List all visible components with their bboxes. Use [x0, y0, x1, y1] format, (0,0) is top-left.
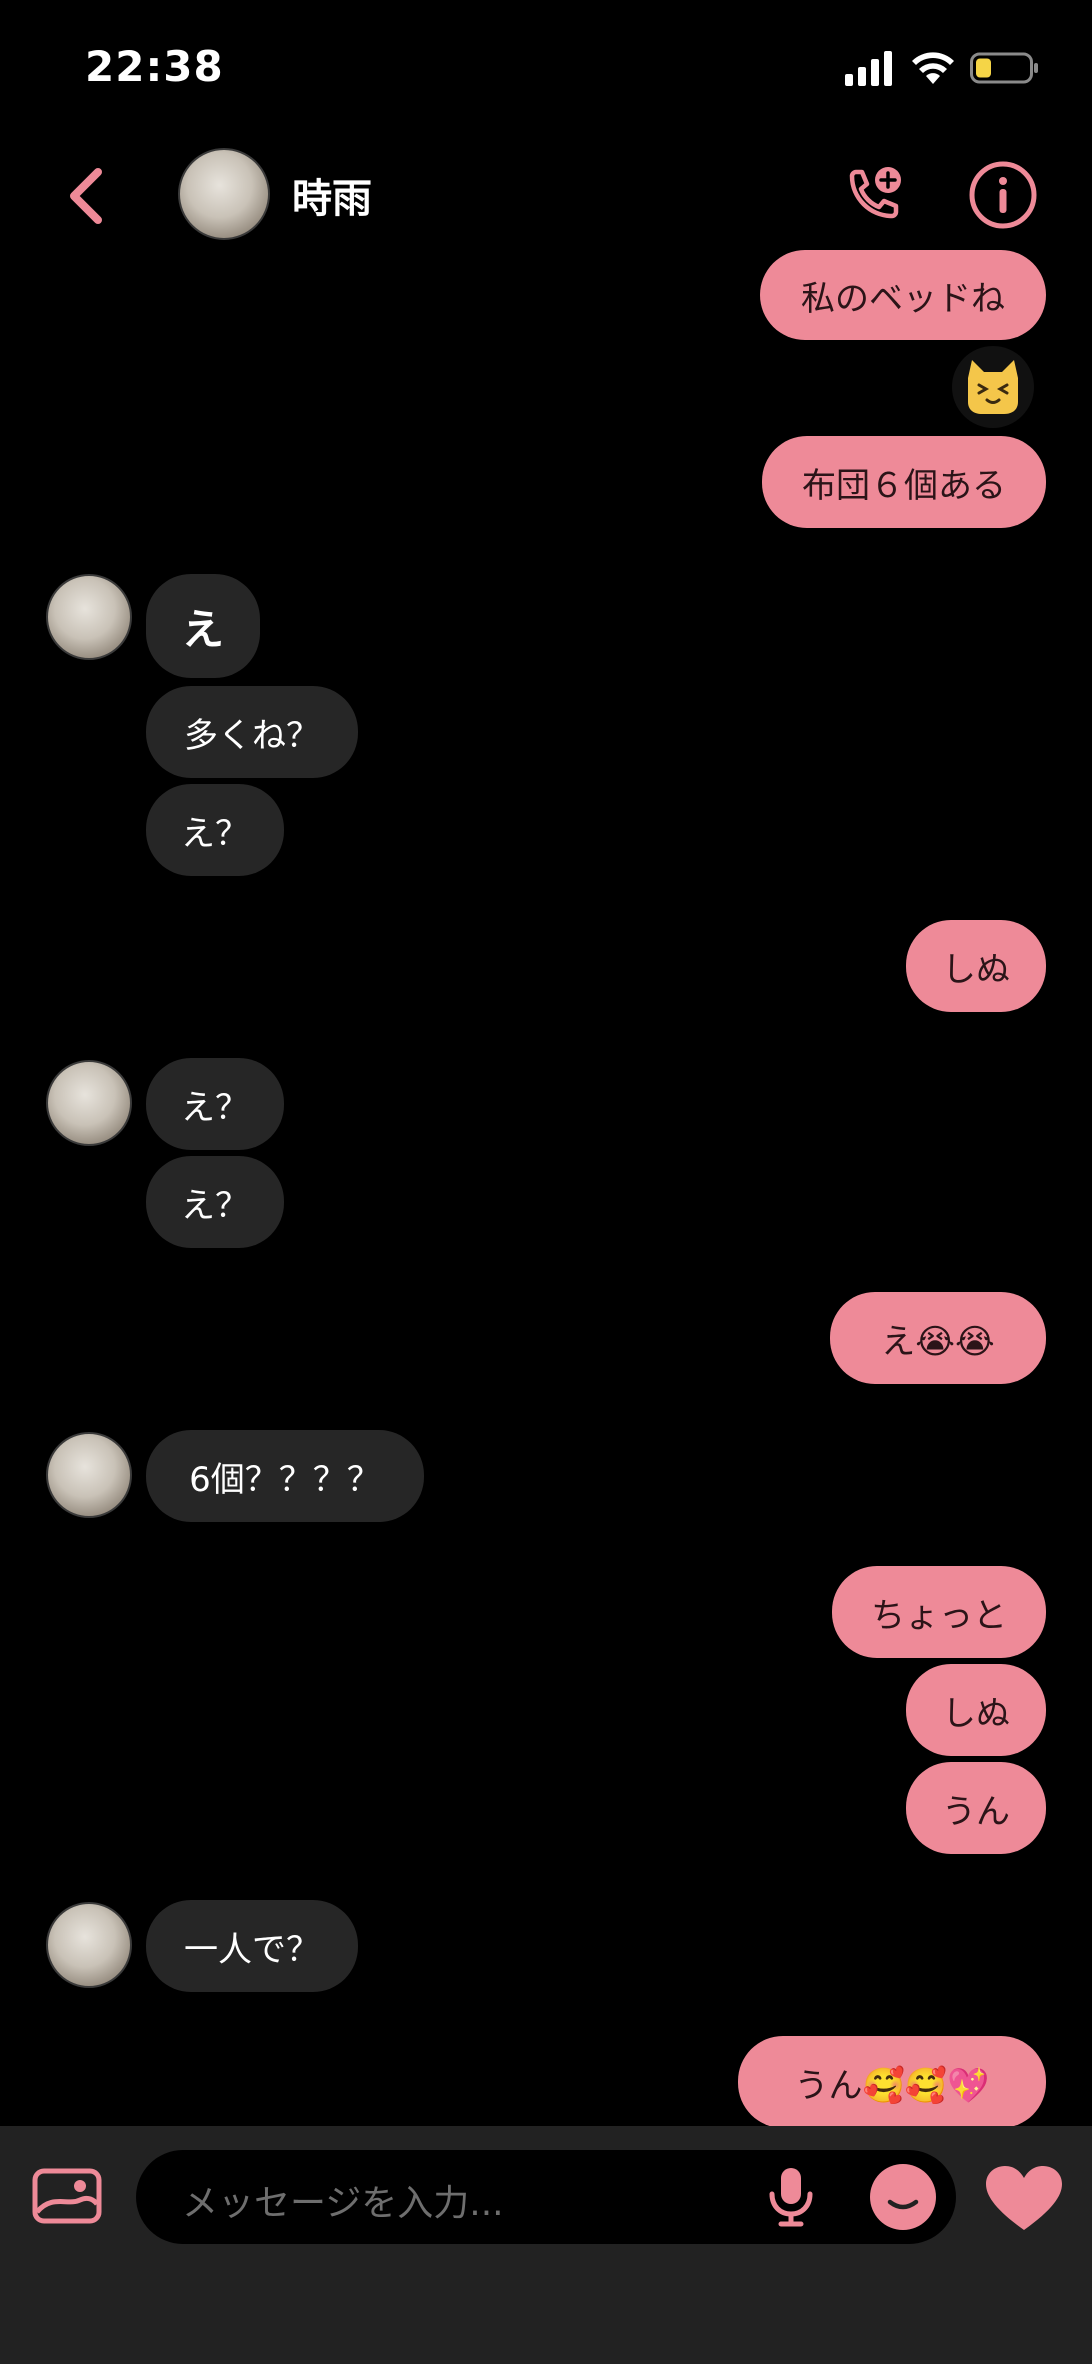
- add-call-icon[interactable]: [838, 160, 908, 230]
- message-bubble-received[interactable]: 6個？？？？: [146, 1430, 424, 1522]
- chat-header: 時雨: [0, 130, 1092, 260]
- message-bubble-sent[interactable]: しぬ: [906, 920, 1046, 1012]
- back-chevron-icon[interactable]: [60, 162, 116, 230]
- message-bubble-received[interactable]: え？: [146, 1058, 284, 1150]
- message-bubble-received[interactable]: え？: [146, 1156, 284, 1248]
- message-bubble-sent[interactable]: うん🥰🥰💖: [738, 2036, 1046, 2128]
- sender-avatar[interactable]: [46, 1060, 132, 1146]
- message-bubble-sent[interactable]: ちょっと: [832, 1566, 1046, 1658]
- wifi-icon: [912, 52, 954, 84]
- info-icon[interactable]: [968, 160, 1038, 230]
- message-bubble-sent[interactable]: 布団６個ある: [762, 436, 1046, 528]
- cat-face-icon: [968, 360, 1018, 414]
- message-bubble-received[interactable]: え: [146, 574, 260, 678]
- status-time: 22:38: [85, 42, 224, 91]
- battery-icon: [970, 52, 1038, 84]
- gallery-icon[interactable]: [32, 2166, 102, 2226]
- message-bubble-received[interactable]: 一人で？: [146, 1900, 358, 1992]
- message-bubble-sent[interactable]: 私のベッドね: [760, 250, 1046, 340]
- emoji-button[interactable]: [870, 2164, 936, 2230]
- cellular-signal-icon: [845, 51, 892, 86]
- cat-sticker[interactable]: [952, 346, 1034, 428]
- message-bubble-received[interactable]: 多くね？: [146, 686, 358, 778]
- message-input[interactable]: メッセージを入力...: [136, 2150, 956, 2244]
- microphone-icon[interactable]: [766, 2166, 816, 2228]
- contact-avatar[interactable]: [178, 148, 270, 240]
- contact-name[interactable]: 時雨: [292, 166, 372, 224]
- message-input-placeholder: メッセージを入力...: [182, 2183, 504, 2224]
- smiley-icon: [887, 2199, 919, 2210]
- status-bar: 22:38: [0, 0, 1092, 130]
- sender-avatar[interactable]: [46, 1432, 132, 1518]
- sender-avatar[interactable]: [46, 1902, 132, 1988]
- message-bubble-sent[interactable]: うん: [906, 1762, 1046, 1854]
- message-bubble-sent[interactable]: え😭😭: [830, 1292, 1046, 1384]
- message-composer: メッセージを入力...: [0, 2126, 1092, 2364]
- message-bubble-sent[interactable]: しぬ: [906, 1664, 1046, 1756]
- message-bubble-received[interactable]: え？: [146, 784, 284, 876]
- sender-avatar[interactable]: [46, 574, 132, 660]
- heart-icon[interactable]: [984, 2164, 1064, 2234]
